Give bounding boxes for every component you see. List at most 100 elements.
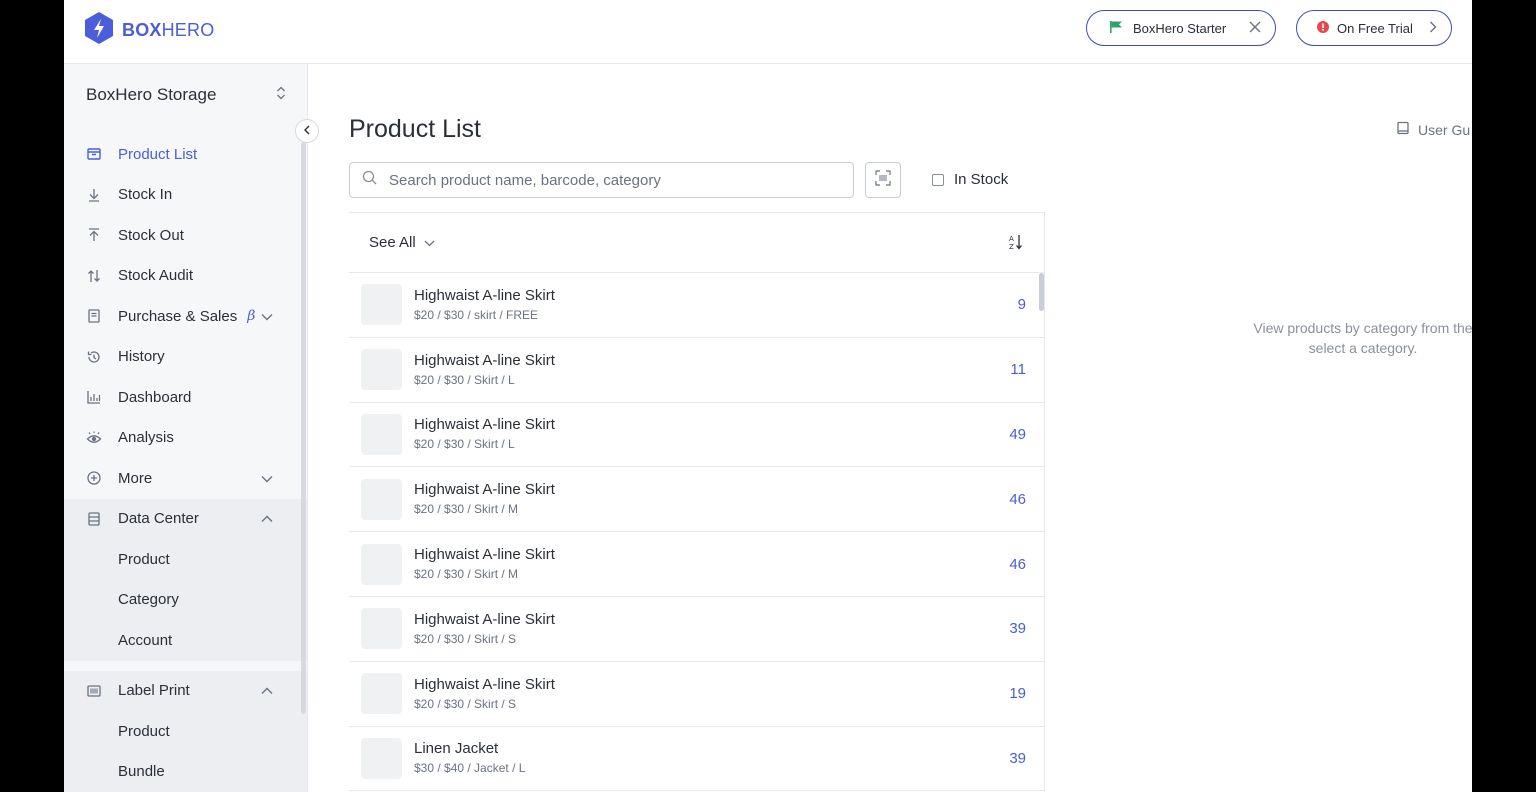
sidebar-item-product-list[interactable]: Product List (64, 134, 307, 175)
product-name: Highwaist A-line Skirt (414, 546, 555, 564)
product-thumbnail (361, 543, 402, 585)
sidebar-item-history[interactable]: History (64, 337, 307, 378)
chevron-up-icon (261, 510, 273, 527)
product-meta: $20 / $30 / Skirt / M (414, 502, 519, 517)
eye-icon (86, 430, 102, 446)
collapse-sidebar-button[interactable] (295, 119, 319, 143)
top-header: BOXHERO BoxHero Starter On Free Trial (64, 0, 1472, 64)
chevron-up-icon (261, 682, 273, 699)
close-icon[interactable] (1249, 21, 1261, 36)
sort-az-icon: AZ (1008, 235, 1024, 255)
sidebar-item-stock-out[interactable]: Stock Out (64, 215, 307, 256)
product-quantity: 46 (1009, 490, 1026, 508)
sidebar-item-label: Stock In (118, 186, 173, 204)
logo-hexagon-icon (84, 11, 114, 50)
list-item[interactable]: Highwaist A-line Skirt $20 / $30 / Skirt … (349, 597, 1044, 662)
chevron-left-icon (303, 122, 311, 140)
in-stock-checkbox[interactable] (932, 173, 944, 186)
sidebar-subitem-label: Product (118, 722, 170, 740)
svg-text:A: A (1009, 235, 1014, 243)
list-item[interactable]: Highwaist A-line Skirt $20 / $30 / Skirt … (349, 467, 1044, 533)
sidebar-item-stock-in[interactable]: Stock In (64, 175, 307, 216)
sidebar-subitem-product[interactable]: Product (64, 711, 307, 752)
chevron-right-icon (1429, 21, 1437, 36)
svg-text:Z: Z (1009, 243, 1014, 251)
product-thumbnail (361, 284, 402, 326)
product-list-panel: See All AZ Highwaist A-line Skirt $20 / $… (349, 212, 1045, 792)
main-content: Product List User Gu In Stock (308, 64, 1472, 792)
product-meta: $20 / $30 / skirt / FREE (414, 307, 539, 322)
product-meta: $20 / $30 / Skirt / S (414, 696, 517, 711)
sidebar-item-label: Dashboard (118, 388, 192, 406)
product-quantity: 19 (1009, 685, 1026, 703)
user-guide-label: User Gu (1418, 121, 1471, 138)
barcode-scan-button[interactable] (865, 162, 901, 198)
user-guide-link[interactable]: User Gu (1396, 121, 1470, 138)
filter-label: See All (369, 234, 416, 251)
product-name: Highwaist A-line Skirt (414, 610, 555, 628)
sort-button[interactable]: AZ (1008, 233, 1024, 256)
chevron-down-icon (261, 308, 273, 325)
sidebar-item-more[interactable]: More (64, 458, 307, 499)
sidebar-subitem-label: Category (118, 591, 179, 609)
sidebar-item-data-center[interactable]: Data Center (64, 499, 307, 540)
category-empty-message: View products by category from the selec… (1208, 318, 1472, 358)
sidebar-item-dashboard[interactable]: Dashboard (64, 377, 307, 418)
in-stock-label: In Stock (954, 171, 1009, 188)
product-thumbnail (361, 673, 402, 715)
sidebar-item-label-print[interactable]: Label Print (64, 671, 307, 712)
scan-icon (875, 169, 891, 191)
product-name: Highwaist A-line Skirt (414, 416, 555, 434)
list-item[interactable]: Linen Jacket $30 / $40 / Jacket / L 39 (349, 727, 1044, 792)
sidebar-scrollbar[interactable] (301, 142, 306, 714)
boxhero-logo[interactable]: BOXHERO (84, 11, 214, 50)
sidebar-item-stock-audit[interactable]: Stock Audit (64, 256, 307, 297)
sidebar-subitem-category[interactable]: Category (64, 580, 307, 621)
database-icon (86, 511, 102, 527)
product-meta: $30 / $40 / Jacket / L (414, 761, 526, 776)
search-input[interactable] (387, 170, 831, 190)
sidebar-subitem-label: Account (118, 631, 173, 649)
page-title: Product List (349, 115, 482, 143)
search-box[interactable] (349, 162, 854, 198)
product-thumbnail (361, 349, 402, 391)
data-center-group: Data Center Product Category Account (64, 498, 307, 661)
sidebar-subitem-label: Bundle (118, 763, 165, 781)
sidebar-subitem-bundle[interactable]: Bundle (64, 752, 307, 792)
arrow-down-icon (86, 187, 102, 203)
list-scrollbar[interactable] (1039, 273, 1044, 311)
plan-pill[interactable]: BoxHero Starter (1086, 10, 1276, 46)
sidebar-subitem-product[interactable]: Product (64, 539, 307, 580)
sidebar-item-label: Stock Out (118, 226, 184, 244)
sidebar-subitem-account[interactable]: Account (64, 620, 307, 661)
product-meta: $20 / $30 / Skirt / M (414, 567, 519, 582)
sidebar-item-label: Data Center (118, 510, 199, 528)
chevron-updown-icon (276, 85, 286, 106)
list-item[interactable]: Highwaist A-line Skirt $20 / $30 / Skirt … (349, 532, 1044, 597)
product-thumbnail (361, 608, 402, 650)
chevron-down-icon (261, 470, 273, 487)
bar-chart-icon (86, 389, 102, 405)
search-icon (362, 170, 377, 190)
storage-selector[interactable]: BoxHero Storage (86, 84, 286, 106)
sidebar-nav: Product List Stock In Stock Out Stock Au… (64, 134, 307, 792)
list-item[interactable]: Highwaist A-line Skirt $20 / $30 / Skirt … (349, 338, 1044, 403)
list-item[interactable]: Highwaist A-line Skirt $20 / $30 / skirt … (349, 273, 1044, 338)
empty-message-line: View products by category from the (1253, 320, 1472, 336)
sidebar-item-label: Product List (118, 145, 198, 163)
product-quantity: 39 (1009, 620, 1026, 638)
sidebar-item-purchase-sales[interactable]: Purchase & Sales β (64, 296, 307, 337)
trial-pill[interactable]: On Free Trial (1296, 10, 1452, 46)
storage-name: BoxHero Storage (86, 85, 217, 104)
sidebar-item-analysis[interactable]: Analysis (64, 418, 307, 459)
label-print-group: Label Print Product Bundle (64, 670, 307, 792)
list-item[interactable]: Highwaist A-line Skirt $20 / $30 / Skirt … (349, 662, 1044, 727)
plan-pill-label: BoxHero Starter (1133, 20, 1227, 36)
book-icon (1396, 121, 1410, 138)
category-filter-dropdown[interactable]: See All (369, 234, 435, 251)
list-item[interactable]: Highwaist A-line Skirt $20 / $30 / Skirt … (349, 403, 1044, 468)
empty-message-line: select a category. (1308, 340, 1418, 356)
product-quantity: 39 (1009, 749, 1026, 767)
in-stock-filter[interactable]: In Stock (932, 171, 1008, 188)
